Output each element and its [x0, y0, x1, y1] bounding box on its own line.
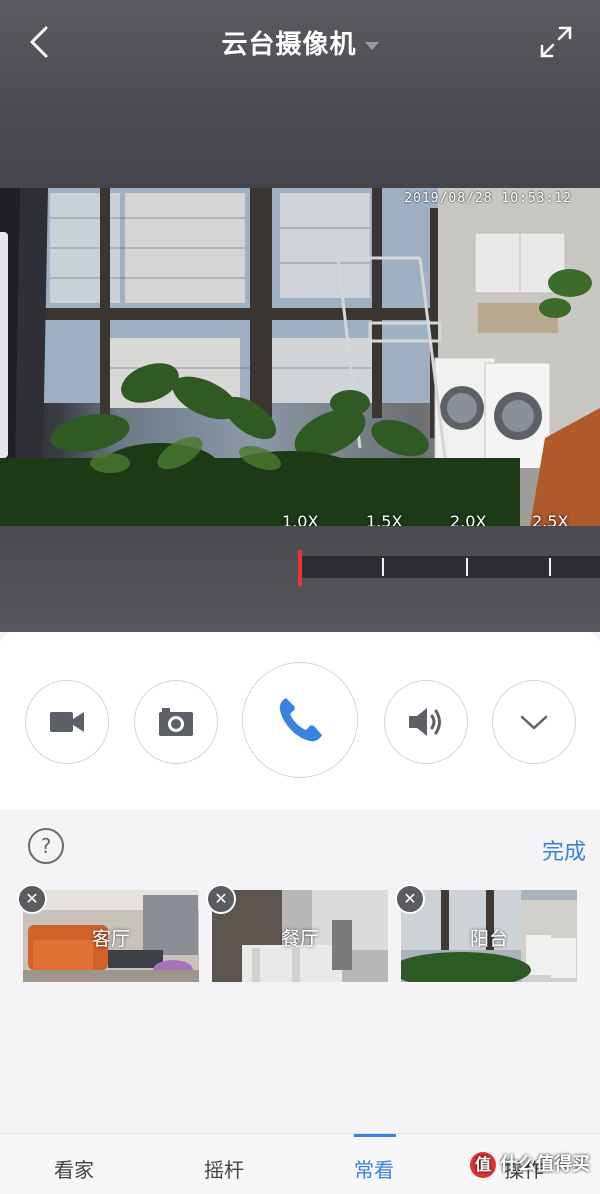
remove-thumbnail-close-icon[interactable]: ✕	[395, 884, 425, 914]
thumbnail-label: 客厅	[91, 928, 130, 950]
top-bar: 云台摄像机	[0, 0, 600, 188]
zoom-tick	[382, 558, 384, 576]
page-title: 云台摄像机	[221, 30, 357, 60]
more-button[interactable]	[492, 680, 576, 764]
tab-joystick[interactable]: 摇杆	[204, 1154, 244, 1183]
video-timestamp: 2019/08/28 10:53:12	[404, 191, 572, 206]
remove-thumbnail-close-icon[interactable]: ✕	[17, 884, 47, 914]
zoom-tick	[549, 558, 551, 576]
zoom-tick	[466, 558, 468, 576]
volume-button[interactable]	[384, 680, 468, 764]
favorite-thumbnail-balcony[interactable]: 阳台	[401, 890, 577, 982]
favorite-thumbnail-living-room[interactable]: 客厅	[23, 890, 199, 982]
watermark-text: 什么值得买	[500, 1154, 590, 1175]
controls-panel	[0, 632, 600, 810]
camera-title-dropdown[interactable]: 云台摄像机	[0, 24, 600, 61]
zoom-slider-handle[interactable]	[298, 550, 302, 586]
tab-home-watch[interactable]: 看家	[54, 1154, 94, 1183]
snapshot-button[interactable]	[134, 680, 218, 764]
camera-icon	[159, 708, 193, 736]
thumbnail-label: 餐厅	[280, 928, 319, 950]
done-button[interactable]: 完成	[542, 834, 586, 866]
chevron-down-icon	[520, 715, 548, 730]
speaker-icon	[409, 708, 441, 736]
zoom-ruler-area	[0, 526, 600, 632]
video-camera-icon	[50, 712, 84, 732]
camera-video-feed[interactable]: 2019/08/28 10:53:12	[0, 188, 600, 526]
watermark-badge: 值	[470, 1152, 496, 1178]
help-icon[interactable]: ?	[28, 828, 64, 864]
zoom-ruler[interactable]	[300, 556, 600, 578]
side-drawer-handle[interactable]	[0, 232, 8, 458]
watermark-logo: 值什么值得买	[470, 1150, 590, 1178]
record-button[interactable]	[25, 680, 109, 764]
expand-icon[interactable]	[538, 24, 574, 60]
active-tab-indicator	[354, 1134, 396, 1137]
phone-icon	[279, 698, 322, 742]
video-scene	[0, 188, 600, 526]
thumbnail-label: 阳台	[469, 928, 508, 950]
favorite-thumbnail-dining-room[interactable]: 餐厅	[212, 890, 388, 982]
tab-favorites[interactable]: 常看	[354, 1154, 394, 1183]
remove-thumbnail-close-icon[interactable]: ✕	[206, 884, 236, 914]
call-button[interactable]	[242, 662, 358, 778]
caret-down-icon	[364, 41, 379, 50]
